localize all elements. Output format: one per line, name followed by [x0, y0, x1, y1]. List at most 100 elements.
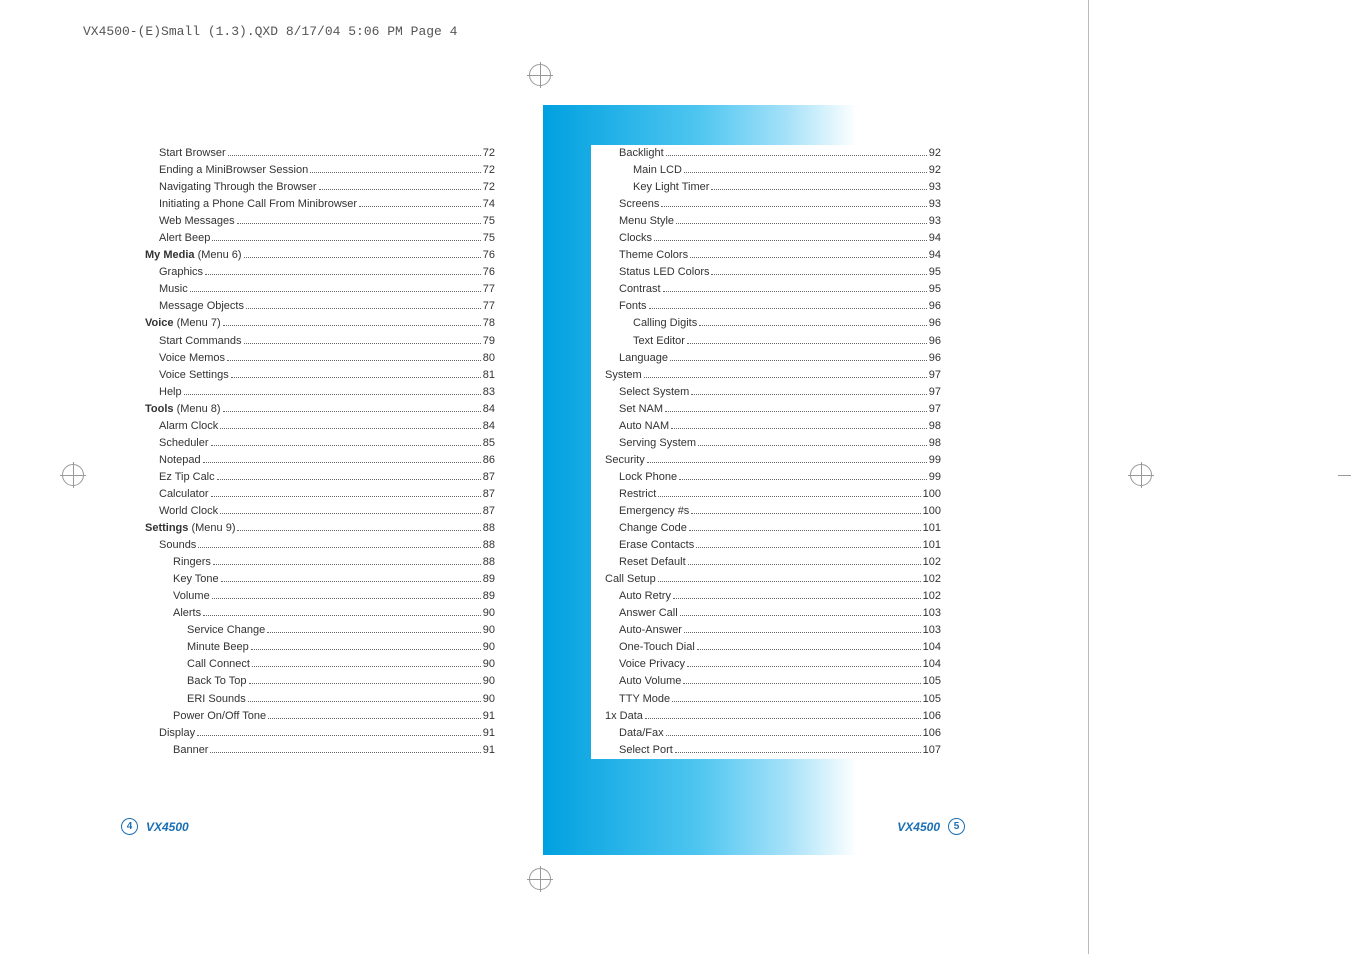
toc-leader-dots — [237, 223, 481, 224]
toc-page-number: 105 — [923, 691, 941, 708]
toc-label: Set NAM — [619, 401, 663, 418]
toc-row: Clocks94 — [591, 230, 941, 247]
toc-page-number: 84 — [483, 418, 495, 435]
toc-row: One-Touch Dial104 — [591, 639, 941, 656]
toc-row: Set NAM97 — [591, 401, 941, 418]
toc-label: Back To Top — [187, 673, 247, 690]
toc-leader-dots — [665, 411, 927, 412]
toc-row: Erase Contacts101 — [591, 537, 941, 554]
toc-row: Auto-Answer103 — [591, 622, 941, 639]
toc-label: Tools (Menu 8) — [145, 401, 221, 418]
toc-page-number: 106 — [923, 725, 941, 742]
toc-page-number: 97 — [929, 384, 941, 401]
toc-label: My Media (Menu 6) — [145, 247, 242, 264]
toc-row: Calculator87 — [145, 486, 495, 503]
toc-row: Language96 — [591, 350, 941, 367]
toc-page-number: 104 — [923, 639, 941, 656]
toc-page-number: 90 — [483, 622, 495, 639]
toc-leader-dots — [203, 462, 481, 463]
toc-leader-dots — [689, 530, 921, 531]
toc-page-number: 80 — [483, 350, 495, 367]
toc-label: Minute Beep — [187, 639, 249, 656]
toc-label: ERI Sounds — [187, 691, 246, 708]
toc-label: Clocks — [619, 230, 652, 247]
toc-page-number: 107 — [923, 742, 941, 759]
toc-page-number: 88 — [483, 554, 495, 571]
toc-page-number: 93 — [929, 196, 941, 213]
toc-leader-dots — [654, 240, 927, 241]
toc-leader-dots — [699, 325, 927, 326]
toc-row: Key Tone89 — [145, 571, 495, 588]
toc-leader-dots — [359, 206, 481, 207]
toc-label: TTY Mode — [619, 691, 670, 708]
toc-row: Screens93 — [591, 196, 941, 213]
toc-page-number: 102 — [923, 588, 941, 605]
toc-leader-dots — [691, 394, 926, 395]
toc-label: Auto Volume — [619, 673, 681, 690]
toc-page-number: 90 — [483, 673, 495, 690]
toc-leader-dots — [644, 377, 927, 378]
toc-page-number: 96 — [929, 298, 941, 315]
toc-leader-dots — [205, 274, 481, 275]
toc-page-number: 77 — [483, 281, 495, 298]
toc-leader-dots — [663, 291, 927, 292]
toc-label: Calculator — [159, 486, 209, 503]
registration-mark-left — [60, 462, 86, 488]
toc-row: Change Code101 — [591, 520, 941, 537]
toc-label: Emergency #s — [619, 503, 689, 520]
toc-leader-dots — [223, 325, 481, 326]
toc-page-number: 92 — [929, 162, 941, 179]
toc-row: Alert Beep75 — [145, 230, 495, 247]
toc-page-number: 79 — [483, 333, 495, 350]
toc-row: Voice Memos80 — [145, 350, 495, 367]
toc-label: Data/Fax — [619, 725, 664, 742]
toc-page-number: 102 — [923, 571, 941, 588]
toc-label: Sounds — [159, 537, 196, 554]
toc-label: System — [605, 367, 642, 384]
toc-page-number: 74 — [483, 196, 495, 213]
toc-page-number: 86 — [483, 452, 495, 469]
toc-leader-dots — [310, 172, 481, 173]
toc-label: Alarm Clock — [159, 418, 218, 435]
toc-label: Auto NAM — [619, 418, 669, 435]
toc-leader-dots — [645, 718, 921, 719]
toc-row: Serving System98 — [591, 435, 941, 452]
toc-label: Answer Call — [619, 605, 678, 622]
toc-row: Help83 — [145, 384, 495, 401]
toc-label: Web Messages — [159, 213, 235, 230]
toc-label: Start Browser — [159, 145, 226, 162]
toc-row: Answer Call103 — [591, 605, 941, 622]
toc-leader-dots — [647, 462, 927, 463]
toc-page-number: 93 — [929, 179, 941, 196]
toc-label: Banner — [173, 742, 208, 759]
toc-page-number: 76 — [483, 264, 495, 281]
toc-leader-dots — [197, 735, 481, 736]
toc-page-number: 85 — [483, 435, 495, 452]
toc-row: 1x Data106 — [591, 708, 941, 725]
toc-row: Reset Default102 — [591, 554, 941, 571]
toc-page-number: 89 — [483, 588, 495, 605]
toc-leader-dots — [670, 360, 927, 361]
toc-leader-dots — [684, 172, 927, 173]
toc-page-number: 92 — [929, 145, 941, 162]
toc-page-number: 102 — [923, 554, 941, 571]
toc-page-number: 97 — [929, 367, 941, 384]
toc-row: Contrast95 — [591, 281, 941, 298]
toc-leader-dots — [203, 615, 481, 616]
toc-label: Voice Privacy — [619, 656, 685, 673]
toc-page-number: 83 — [483, 384, 495, 401]
toc-leader-dots — [198, 547, 480, 548]
page-right: Backlight92Main LCD92Key Light Timer93Sc… — [543, 105, 991, 855]
toc-label: Text Editor — [633, 333, 685, 350]
toc-leader-dots — [697, 649, 921, 650]
toc-row: Alarm Clock 84 — [145, 418, 495, 435]
toc-page-number: 106 — [923, 708, 941, 725]
page-number-left: 4 — [121, 818, 138, 835]
toc-page-number: 93 — [929, 213, 941, 230]
toc-row: Notepad86 — [145, 452, 495, 469]
toc-leader-dots — [212, 598, 481, 599]
toc-label: Status LED Colors — [619, 264, 709, 281]
toc-row: Volume89 — [145, 588, 495, 605]
toc-leader-dots — [267, 632, 480, 633]
toc-leader-dots — [220, 513, 481, 514]
